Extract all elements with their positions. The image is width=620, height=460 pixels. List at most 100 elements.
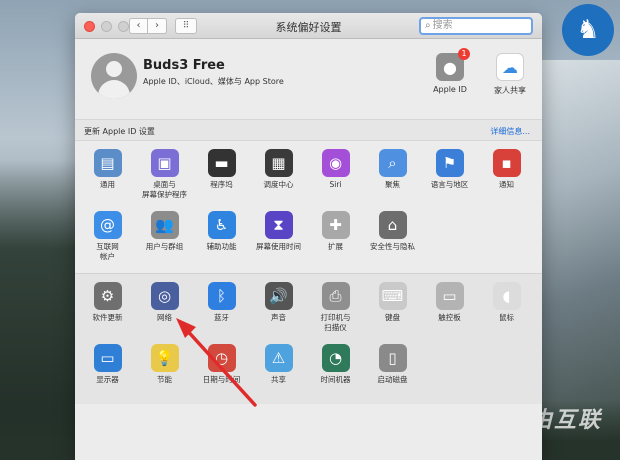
cloud-family-icon: ☁: [496, 53, 524, 81]
pane-keyboard[interactable]: ⌨ 键盘: [364, 280, 421, 342]
pane-row-2: @ 互联网 帐户 👥 用户与群组 ♿ 辅助功能 ⧗ 屏幕使用时间 ✚ 扩展 ⌂ 安全性与隐私: [79, 209, 542, 271]
personal-panes: ▤ 通用 ▣ 桌面与 屏幕保护程序 ▬ 程序坞 ▦ 调度中心 ◉ Siri ⌕ 聚焦 ⚑ 语言与地区 ▪ 通知…: [75, 141, 542, 271]
spotlight-icon: ⌕: [378, 149, 407, 177]
printer-icon: ⎙: [321, 282, 350, 310]
horse-logo-icon: ♞: [562, 4, 614, 56]
pane-extensions[interactable]: ✚ 扩展: [307, 209, 364, 271]
pane-desktop[interactable]: ▣ 桌面与 屏幕保护程序: [136, 147, 193, 209]
desktop-icon: ▣: [150, 149, 179, 177]
pane-mouse[interactable]: ◖ 鼠标: [478, 280, 535, 342]
dock-icon: ▬: [207, 149, 236, 177]
extensions-icon: ✚: [321, 211, 350, 239]
details-link[interactable]: 详细信息...: [490, 126, 530, 137]
pane-label: 通用: [100, 180, 115, 189]
startup-disk-icon: ▯: [378, 344, 407, 372]
pane-notifications[interactable]: ▪ 通知: [478, 147, 535, 209]
apple-id-label: Apple ID: [433, 85, 467, 94]
pane-label: 互联网 帐户: [96, 242, 119, 261]
update-notice-bar: 更新 Apple ID 设置 详细信息...: [75, 119, 542, 141]
energy-saver-icon: 💡: [150, 344, 179, 372]
pane-label: 声音: [271, 313, 286, 322]
pane-label: 软件更新: [92, 313, 123, 322]
search-input[interactable]: ⌕ 搜索: [419, 17, 533, 35]
pane-displays[interactable]: ▭ 显示器: [79, 342, 136, 404]
network-icon: ◎: [150, 282, 179, 310]
pane-label: 打印机与 扫描仪: [320, 313, 351, 332]
search-icon: ⌕: [425, 20, 431, 31]
apple-logo-icon: ● 1: [436, 48, 470, 81]
pane-label: 显示器: [96, 375, 119, 384]
pane-mission-control[interactable]: ▦ 调度中心: [250, 147, 307, 209]
pane-label: 屏幕使用时间: [256, 242, 301, 251]
language-icon: ⚑: [435, 149, 464, 177]
pane-date-time[interactable]: ◷ 日期与时间: [193, 342, 250, 404]
pane-label: 节能: [157, 375, 172, 384]
account-name: Buds3 Free: [143, 58, 225, 73]
pane-startup-disk[interactable]: ▯ 启动磁盘: [364, 342, 421, 404]
pane-label: 蓝牙: [214, 313, 229, 322]
pane-label: 桌面与 屏幕保护程序: [142, 180, 187, 199]
pane-label: 安全性与隐私: [370, 242, 415, 251]
pane-row-1: ▤ 通用 ▣ 桌面与 屏幕保护程序 ▬ 程序坞 ▦ 调度中心 ◉ Siri ⌕ 聚焦 ⚑ 语言与地区 ▪ 通知: [79, 147, 542, 209]
pane-spotlight[interactable]: ⌕ 聚焦: [364, 147, 421, 209]
time-machine-icon: ◔: [321, 344, 350, 372]
pane-internet-accounts[interactable]: @ 互联网 帐户: [79, 209, 136, 271]
pane-siri[interactable]: ◉ Siri: [307, 147, 364, 209]
pane-label: 网络: [157, 313, 172, 322]
pane-software-update[interactable]: ⚙ 软件更新: [79, 280, 136, 342]
pane-users[interactable]: 👥 用户与群组: [136, 209, 193, 271]
pane-label: 扩展: [328, 242, 343, 251]
pane-label: 聚焦: [385, 180, 400, 189]
mouse-icon: ◖: [492, 282, 521, 310]
pane-label: 辅助功能: [206, 242, 237, 251]
family-sharing-pane[interactable]: ☁ 家人共享: [485, 53, 535, 96]
search-placeholder: 搜索: [432, 20, 453, 31]
pane-sharing[interactable]: ⚠ 共享: [250, 342, 307, 404]
pane-printer[interactable]: ⎙ 打印机与 扫描仪: [307, 280, 364, 342]
siri-icon: ◉: [321, 149, 350, 177]
pane-row-4: ▭ 显示器 💡 节能 ◷ 日期与时间 ⚠ 共享 ◔ 时间机器 ▯ 启动磁盘: [79, 342, 542, 404]
system-preferences-window: ‹ › ⠿ 系统偏好设置 ⌕ 搜索 Buds3 Free Apple ID、iCl…: [75, 13, 542, 460]
pane-label: 调度中心: [263, 180, 294, 189]
trackpad-icon: ▭: [435, 282, 464, 310]
screen-time-icon: ⧗: [264, 211, 293, 239]
pane-label: 日期与时间: [202, 375, 241, 384]
pane-label: 语言与地区: [430, 180, 469, 189]
pane-label: 鼠标: [499, 313, 514, 322]
pane-row-3: ⚙ 软件更新 ◎ 网络 ᛒ 蓝牙 🔊 声音 ⎙ 打印机与 扫描仪 ⌨ 键盘 ▭ 触控板 ◖ 鼠标: [79, 280, 542, 342]
apple-id-section: Buds3 Free Apple ID、iCloud、媒体与 App Store…: [75, 39, 542, 119]
accessibility-icon: ♿: [207, 211, 236, 239]
notifications-icon: ▪: [492, 149, 521, 177]
pane-bluetooth[interactable]: ᛒ 蓝牙: [193, 280, 250, 342]
sound-icon: 🔊: [264, 282, 293, 310]
pane-general[interactable]: ▤ 通用: [79, 147, 136, 209]
pane-label: 时间机器: [320, 375, 351, 384]
pane-dock[interactable]: ▬ 程序坞: [193, 147, 250, 209]
bluetooth-icon: ᛒ: [207, 282, 236, 310]
pane-network[interactable]: ◎ 网络: [136, 280, 193, 342]
pane-label: 启动磁盘: [377, 375, 408, 384]
pane-trackpad[interactable]: ▭ 触控板: [421, 280, 478, 342]
pane-time-machine[interactable]: ◔ 时间机器: [307, 342, 364, 404]
update-notice-text: 更新 Apple ID 设置: [84, 127, 155, 136]
avatar[interactable]: [91, 53, 137, 99]
internet-accounts-icon: @: [93, 211, 122, 239]
pane-screen-time[interactable]: ⧗ 屏幕使用时间: [250, 209, 307, 271]
pane-sound[interactable]: 🔊 声音: [250, 280, 307, 342]
pane-security[interactable]: ⌂ 安全性与隐私: [364, 209, 421, 271]
pane-accessibility[interactable]: ♿ 辅助功能: [193, 209, 250, 271]
pane-label: 键盘: [385, 313, 400, 322]
displays-icon: ▭: [93, 344, 122, 372]
family-sharing-label: 家人共享: [494, 86, 526, 95]
software-update-icon: ⚙: [93, 282, 122, 310]
pane-language[interactable]: ⚑ 语言与地区: [421, 147, 478, 209]
pane-label: 共享: [271, 375, 286, 384]
users-icon: 👥: [150, 211, 179, 239]
title-bar: ‹ › ⠿ 系统偏好设置 ⌕ 搜索: [75, 13, 542, 39]
pane-label: 通知: [499, 180, 514, 189]
sharing-icon: ⚠: [264, 344, 293, 372]
security-icon: ⌂: [378, 211, 407, 239]
pane-label: 程序坞: [210, 180, 233, 189]
apple-id-pane[interactable]: ● 1 Apple ID: [425, 48, 475, 94]
pane-energy-saver[interactable]: 💡 节能: [136, 342, 193, 404]
